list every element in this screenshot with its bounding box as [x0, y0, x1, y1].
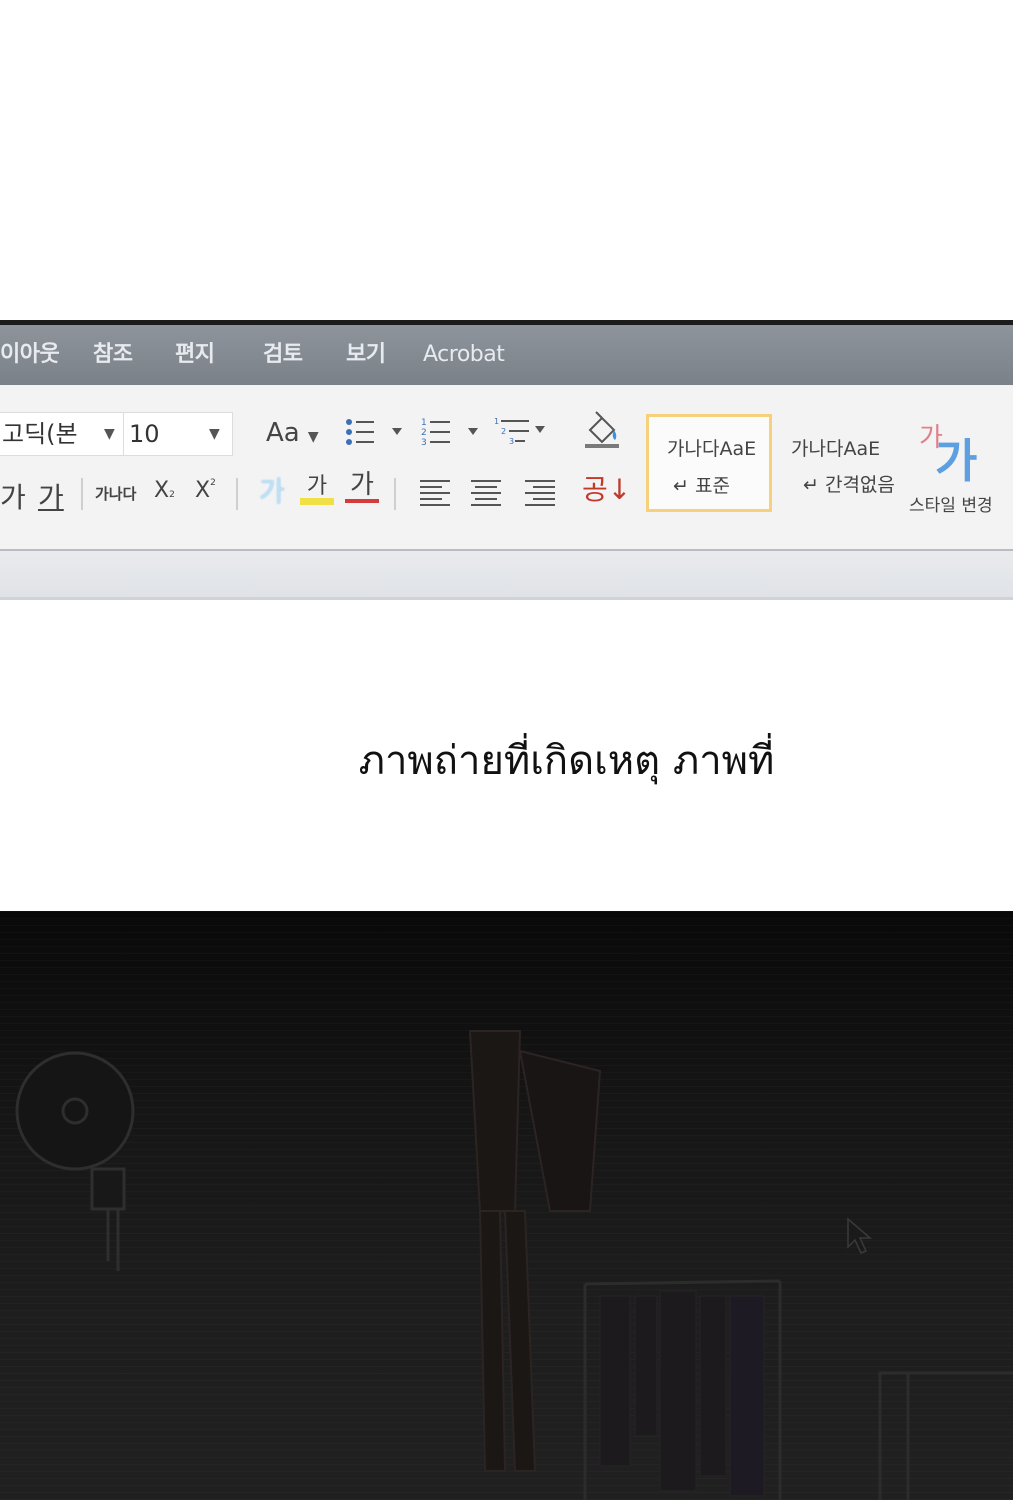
- bullet-list-icon: [346, 419, 374, 445]
- svg-text:1: 1: [421, 418, 427, 428]
- separator: [81, 478, 83, 510]
- subscript-label: X: [154, 478, 170, 503]
- svg-text:1: 1: [494, 417, 499, 426]
- ribbon-tab-bar: [0, 325, 1013, 385]
- tab-view[interactable]: 보기: [346, 337, 386, 373]
- shading-color-bar: [585, 444, 619, 448]
- align-left-icon: [420, 480, 450, 506]
- separator: [394, 478, 396, 510]
- bold-button[interactable]: 가: [0, 476, 26, 516]
- sort-button[interactable]: 공↓: [582, 468, 631, 508]
- font-name-dropdown-icon[interactable]: ▼: [104, 426, 115, 442]
- align-left-button[interactable]: [418, 478, 452, 506]
- text-effect-button[interactable]: 가: [259, 470, 285, 510]
- tab-review[interactable]: 검토: [263, 337, 303, 373]
- style-normal-name: ↵ 표준: [673, 475, 730, 497]
- align-right-icon: [525, 480, 555, 506]
- superscript-label: X: [195, 478, 211, 503]
- paint-bucket-icon: [588, 411, 616, 444]
- numbered-list-icon: 1 2 3: [421, 418, 450, 448]
- thai-caption: ภาพถ่ายที่เกิดเหตุ ภาพที่: [358, 738, 775, 784]
- subscript-mark: 2: [169, 490, 175, 500]
- font-size-dropdown-icon[interactable]: ▼: [209, 426, 220, 442]
- numbering-button[interactable]: 1 2 3: [420, 416, 486, 450]
- character-spacing-button[interactable]: 가나다: [95, 483, 136, 504]
- highlight-button[interactable]: 가: [300, 468, 334, 505]
- ribbon-bottom-edge: [0, 597, 1013, 600]
- ribbon-lower-band: [0, 551, 1013, 599]
- svg-text:3: 3: [421, 438, 427, 448]
- change-case-label: Aa: [266, 418, 300, 448]
- shading-button[interactable]: [582, 410, 622, 450]
- align-right-button[interactable]: [523, 478, 557, 506]
- style-no-spacing-name: ↵ 간격없음: [803, 474, 895, 496]
- align-center-icon: [471, 480, 501, 506]
- font-size-value: 10: [129, 420, 160, 448]
- superscript-button[interactable]: X2: [195, 478, 216, 503]
- font-color-button[interactable]: 가: [345, 464, 379, 503]
- font-name-combobox[interactable]: 고딕(본 ▼: [0, 412, 124, 456]
- dark-room-scene: [0, 911, 1013, 1500]
- change-styles-label: 스타일 변경: [909, 496, 993, 516]
- svg-text:2: 2: [421, 428, 427, 438]
- font-color-label: 가: [350, 470, 374, 500]
- underline-button[interactable]: 가: [38, 476, 64, 516]
- scene-illustration: [15, 1030, 1013, 1500]
- font-size-combobox[interactable]: 10 ▼: [123, 412, 233, 456]
- multilevel-list-icon: 1 2 3: [494, 417, 529, 446]
- superscript-mark: 2: [210, 478, 216, 488]
- style-no-spacing-sample: 가나다AaE: [791, 438, 881, 460]
- svg-text:2: 2: [501, 427, 506, 436]
- separator: [236, 478, 238, 510]
- svg-text:3: 3: [509, 437, 514, 446]
- tab-mailings[interactable]: 편지: [175, 337, 215, 373]
- align-center-button[interactable]: [469, 478, 503, 506]
- highlight-label: 가: [306, 474, 328, 499]
- change-styles-big-glyph: 가: [935, 434, 978, 488]
- multilevel-list-button[interactable]: 1 2 3: [493, 416, 549, 450]
- wall-fan-icon: [15, 1051, 135, 1271]
- hanging-clothes-icon: [599, 1290, 765, 1497]
- font-name-value: 고딕(본: [2, 420, 78, 448]
- subscript-button[interactable]: X2: [154, 478, 175, 503]
- change-case-button[interactable]: Aa ▼: [266, 418, 319, 452]
- hanging-figure-icon: [468, 1030, 602, 1472]
- tab-acrobat[interactable]: Acrobat: [423, 337, 505, 373]
- mouse-cursor-icon: [847, 1217, 873, 1254]
- tab-references[interactable]: 참조: [93, 337, 133, 373]
- bullets-button[interactable]: [344, 416, 406, 450]
- door-frame-icon: [878, 1371, 1013, 1500]
- change-case-dropdown-icon: ▼: [307, 429, 319, 445]
- style-normal-sample: 가나다AaE: [667, 438, 757, 460]
- change-styles-button[interactable]: 가 가 스타일 변경: [905, 415, 1010, 516]
- tab-layout[interactable]: 이아웃: [0, 337, 60, 373]
